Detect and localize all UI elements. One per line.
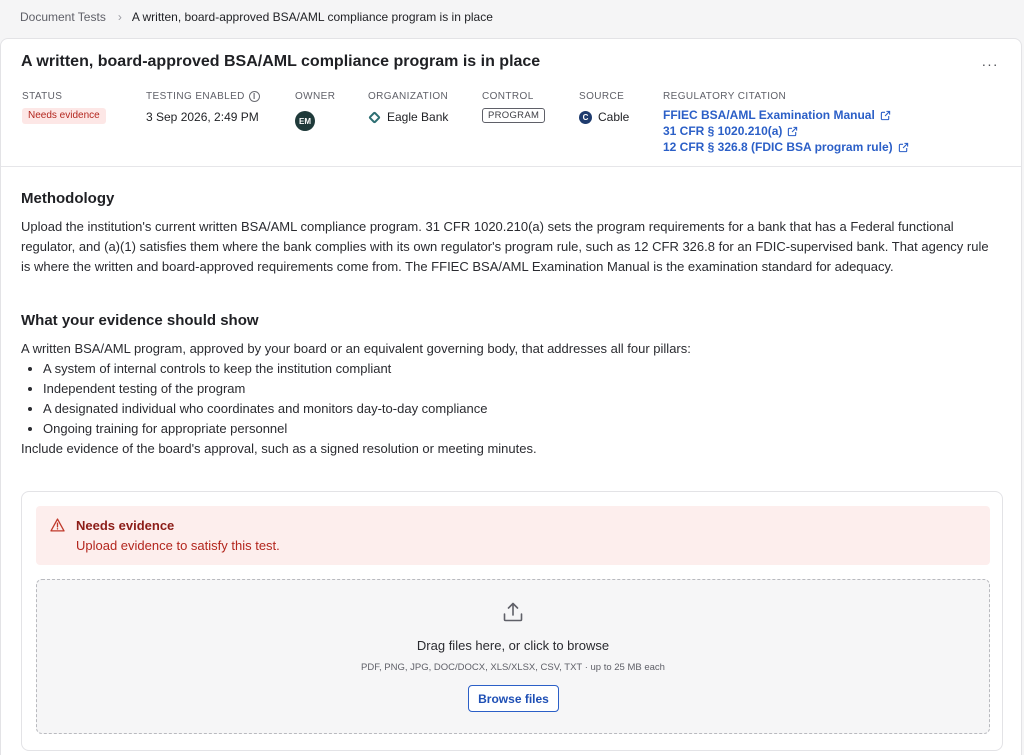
more-horizontal-icon: ··· <box>981 56 999 72</box>
list-item: Independent testing of the program <box>27 379 487 399</box>
citation-link-12cfr[interactable]: 12 CFR § 326.8 (FDIC BSA program rule) <box>663 140 909 154</box>
upload-icon <box>503 602 523 622</box>
organization-label: ORGANIZATION <box>368 91 449 102</box>
needs-evidence-alert: Needs evidence Upload evidence to satisf… <box>36 506 990 565</box>
source-value: C Cable <box>579 110 629 124</box>
alert-description: Upload evidence to satisfy this test. <box>76 538 280 553</box>
testing-enabled-date: 3 Sep 2026, 2:49 PM <box>146 110 259 124</box>
control-badge: PROGRAM <box>482 108 546 123</box>
browse-files-button[interactable]: Browse files <box>468 685 559 712</box>
test-detail-card: A written, board-approved BSA/AML compli… <box>0 38 1022 755</box>
citation-link-31cfr[interactable]: 31 CFR § 1020.210(a) <box>663 124 798 138</box>
breadcrumb: Document Tests › A written, board-approv… <box>20 9 493 25</box>
regulatory-citation-label: REGULATORY CITATION <box>663 91 787 102</box>
warning-triangle-icon <box>50 518 65 532</box>
avatar[interactable]: EM <box>295 111 315 131</box>
list-item: A designated individual who coordinates … <box>27 399 487 419</box>
citation-link-label: 12 CFR § 326.8 (FDIC BSA program rule) <box>663 140 893 154</box>
chevron-right-icon: › <box>117 10 122 24</box>
organization-value: Eagle Bank <box>368 110 449 124</box>
source-name: Cable <box>598 110 630 124</box>
organization-name: Eagle Bank <box>387 110 449 124</box>
control-label: CONTROL <box>482 91 534 102</box>
alert-title: Needs evidence <box>76 518 175 533</box>
external-link-icon <box>898 142 908 152</box>
breadcrumb-current: A written, board-approved BSA/AML compli… <box>131 10 493 24</box>
evidence-guide-outro: Include evidence of the board's approval… <box>21 441 537 456</box>
more-options-button[interactable]: ··· <box>979 55 1001 73</box>
citation-link-label: FFIEC BSA/AML Examination Manual <box>663 108 875 122</box>
divider <box>1 166 1021 167</box>
evidence-guide-heading: What your evidence should show <box>21 312 259 329</box>
dropzone-file-types: PDF, PNG, JPG, DOC/DOCX, XLS/XLSX, CSV, … <box>361 662 665 673</box>
citation-link-ffiec[interactable]: FFIEC BSA/AML Examination Manual <box>663 108 891 122</box>
evidence-guide-intro: A written BSA/AML program, approved by y… <box>21 341 691 356</box>
cable-logo-icon: C <box>579 110 592 124</box>
diamond-icon <box>368 110 381 124</box>
external-link-icon <box>788 126 798 136</box>
page-title: A written, board-approved BSA/AML compli… <box>21 53 541 70</box>
pillars-list: A system of internal controls to keep th… <box>27 359 487 439</box>
info-icon[interactable]: i <box>248 91 260 102</box>
list-item: A system of internal controls to keep th… <box>27 359 487 379</box>
testing-enabled-label-text: TESTING ENABLED <box>146 91 245 102</box>
dropzone-title: Drag files here, or click to browse <box>416 638 610 653</box>
citation-link-label: 31 CFR § 1020.210(a) <box>663 124 783 138</box>
testing-enabled-label: TESTING ENABLED i <box>146 91 260 102</box>
owner-label: OWNER <box>295 91 336 102</box>
source-label: SOURCE <box>579 91 625 102</box>
status-label: STATUS <box>22 91 63 102</box>
methodology-text: Upload the institution's current written… <box>21 219 989 274</box>
status-badge: Needs evidence <box>22 108 106 124</box>
file-dropzone[interactable]: Drag files here, or click to browse PDF,… <box>36 579 990 734</box>
evidence-upload-card: Needs evidence Upload evidence to satisf… <box>21 491 1003 751</box>
external-link-icon <box>880 110 890 120</box>
breadcrumb-document-tests[interactable]: Document Tests <box>20 10 106 24</box>
methodology-heading: Methodology <box>21 190 115 207</box>
list-item: Ongoing training for appropriate personn… <box>27 419 487 439</box>
